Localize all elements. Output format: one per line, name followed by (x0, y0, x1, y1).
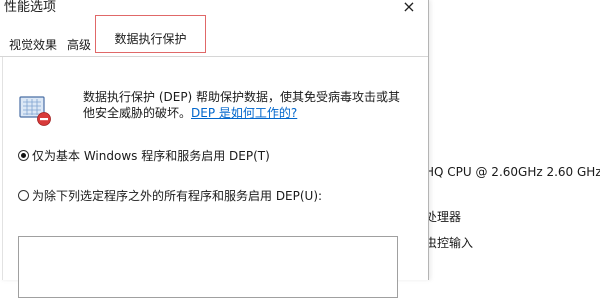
dep-description: 数据执行保护 (DEP) 帮助保护数据，使其免受病毒攻击或其 他安全威胁的破坏。… (83, 89, 413, 121)
dep-description-line2: 他安全威胁的破坏。DEP 是如何工作的? (83, 105, 413, 121)
excluded-programs-list[interactable] (18, 236, 398, 298)
tab-data-execution-prevention[interactable]: 数据执行保护 (95, 15, 206, 53)
radio-all-programs-except[interactable]: 为除下列选定程序之外的所有程序和服务启用 DEP(U): (18, 189, 322, 203)
cpu-info-text: HQ CPU @ 2.60GHz 2.60 GHz (425, 165, 600, 179)
background-window: HQ CPU @ 2.60GHz 2.60 GHz 处理器 虫控输入 (425, 0, 600, 280)
dep-shield-monitor-icon (19, 96, 51, 126)
dialog-title: 性能选项 (4, 0, 57, 15)
dep-description-line1: 数据执行保护 (DEP) 帮助保护数据，使其免受病毒攻击或其 (83, 90, 401, 104)
dep-description-line2-text: 他安全威胁的破坏。 (83, 106, 192, 120)
radio-label: 为除下列选定程序之外的所有程序和服务启用 DEP(U): (32, 189, 323, 203)
tab-advanced[interactable]: 高级 (67, 38, 91, 52)
radio-button-checked-icon[interactable] (18, 150, 29, 161)
dep-how-it-works-link[interactable]: DEP 是如何工作的? (191, 106, 297, 120)
tab-visual-effects[interactable]: 视觉效果 (9, 38, 57, 52)
close-icon[interactable]: × (399, 0, 419, 16)
performance-options-dialog: 性能选项 × 视觉效果 高级 数据执行保护 数据执行保护 (DEP) 帮助保护数… (0, 0, 429, 298)
processor-text: 处理器 (425, 210, 462, 224)
radio-button-unchecked-icon[interactable] (18, 190, 29, 201)
pen-input-text: 虫控输入 (425, 236, 474, 250)
radio-label: 仅为基本 Windows 程序和服务启用 DEP(T) (32, 149, 270, 163)
radio-essential-programs-only[interactable]: 仅为基本 Windows 程序和服务启用 DEP(T) (18, 149, 270, 163)
